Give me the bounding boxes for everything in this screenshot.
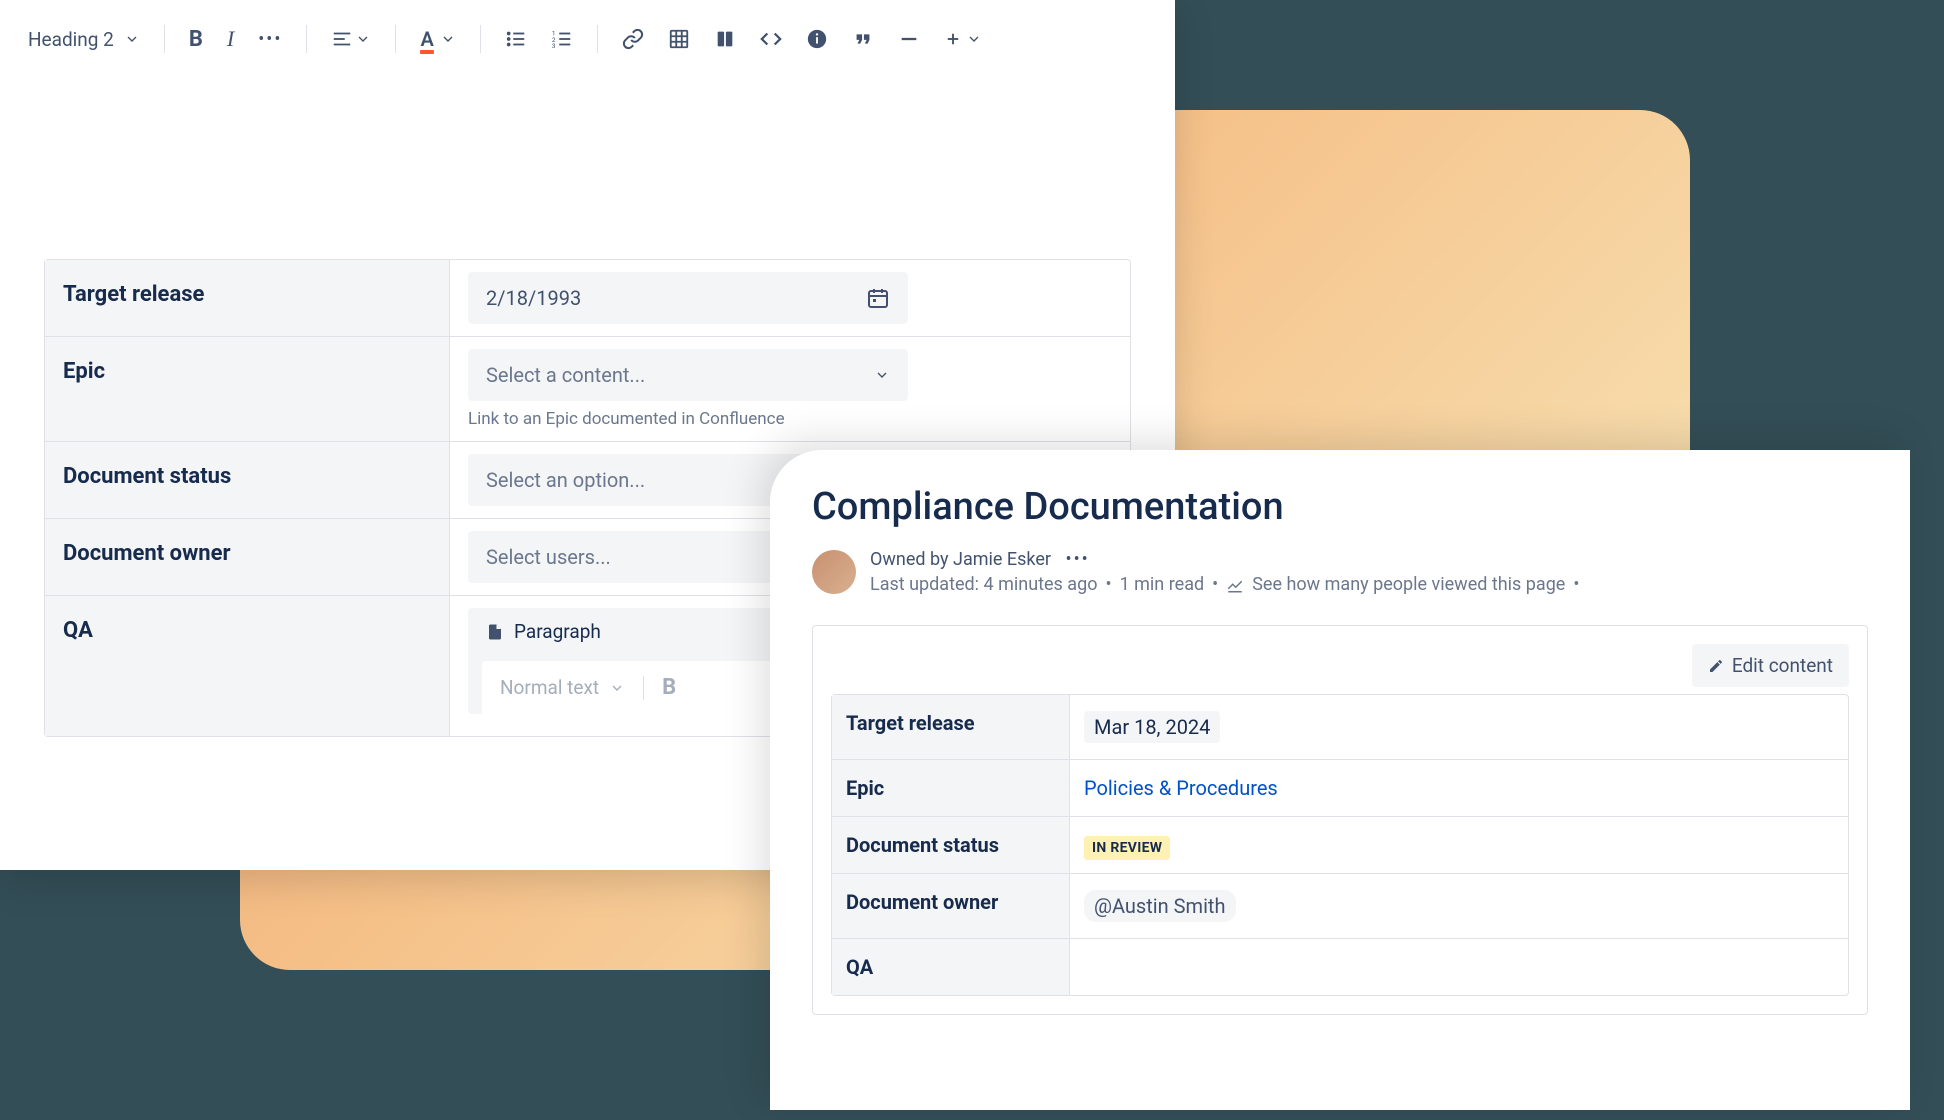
svg-text:3: 3 — [552, 42, 556, 50]
data-table: Target release Mar 18, 2024 Epic Policie… — [831, 694, 1849, 996]
toolbar-separator — [395, 25, 396, 53]
table-value: IN REVIEW — [1070, 817, 1848, 873]
bold-button[interactable]: B — [181, 21, 211, 58]
table-row: Target release Mar 18, 2024 — [832, 695, 1848, 760]
table-label: QA — [832, 939, 1070, 995]
paragraph-label: Paragraph — [514, 620, 601, 643]
table-value — [1070, 939, 1848, 995]
edit-content-label: Edit content — [1732, 654, 1833, 677]
table-row: QA — [832, 939, 1848, 995]
toolbar-separator — [306, 25, 307, 53]
insert-button[interactable] — [936, 24, 990, 54]
table-label: Document status — [832, 817, 1070, 873]
more-actions-button[interactable]: ••• — [1066, 549, 1090, 570]
bold-button[interactable]: B — [662, 675, 676, 700]
info-button[interactable] — [798, 22, 836, 56]
form-value: Select a content... Link to an Epic docu… — [450, 337, 1130, 441]
form-value: 2/18/1993 — [450, 260, 1130, 336]
viewer-panel: Compliance Documentation Owned by Jamie … — [770, 450, 1910, 1110]
select-placeholder: Select users... — [486, 545, 611, 569]
align-button[interactable] — [323, 22, 379, 56]
form-label: Document owner — [45, 519, 450, 595]
read-time: 1 min read — [1120, 574, 1205, 595]
form-label: Target release — [45, 260, 450, 336]
form-label: QA — [45, 596, 450, 736]
pencil-icon — [1708, 658, 1724, 674]
table-value: @Austin Smith — [1070, 874, 1848, 938]
table-value: Policies & Procedures — [1070, 760, 1848, 816]
owner-prefix: Owned by — [870, 549, 953, 570]
chevron-down-icon — [124, 31, 140, 47]
divider-button[interactable] — [890, 22, 928, 56]
document-icon — [486, 623, 504, 641]
bullet-list-button[interactable] — [497, 22, 535, 56]
form-row-target-release: Target release 2/18/1993 — [45, 260, 1130, 337]
byline: Owned by Jamie Esker ••• Last updated: 4… — [812, 549, 1868, 595]
table-row: Document owner @Austin Smith — [832, 874, 1848, 939]
quote-button[interactable] — [844, 22, 882, 56]
owner-line: Owned by Jamie Esker ••• — [870, 549, 1579, 570]
chevron-down-icon — [874, 367, 890, 383]
text-color-button[interactable]: A — [412, 21, 463, 57]
toolbar-separator — [164, 25, 165, 53]
heading-dropdown[interactable]: Heading 2 — [28, 28, 148, 51]
table-row: Document status IN REVIEW — [832, 817, 1848, 874]
text-style-dropdown[interactable]: Normal text — [500, 676, 625, 699]
select-placeholder: Select an option... — [486, 468, 645, 492]
table-value: Mar 18, 2024 — [1070, 695, 1848, 759]
form-row-epic: Epic Select a content... Link to an Epic… — [45, 337, 1130, 442]
table-button[interactable] — [660, 22, 698, 56]
analytics-link[interactable]: See how many people viewed this page — [1252, 574, 1565, 595]
toolbar-separator — [480, 25, 481, 53]
content-box: Edit content Target release Mar 18, 2024… — [812, 625, 1868, 1015]
layout-button[interactable] — [706, 22, 744, 56]
date-value: 2/18/1993 — [486, 286, 581, 310]
text-style-label: Normal text — [500, 676, 599, 699]
date-input[interactable]: 2/18/1993 — [468, 272, 908, 324]
table-label: Epic — [832, 760, 1070, 816]
user-mention[interactable]: @Austin Smith — [1084, 890, 1236, 922]
helper-text: Link to an Epic documented in Confluence — [468, 409, 1112, 429]
link-button[interactable] — [614, 22, 652, 56]
epic-link[interactable]: Policies & Procedures — [1084, 776, 1278, 800]
table-label: Document owner — [832, 874, 1070, 938]
editor-toolbar: Heading 2 B I ••• A 123 — [0, 0, 1175, 79]
analytics-icon — [1226, 576, 1244, 594]
heading-label: Heading 2 — [28, 28, 114, 51]
code-button[interactable] — [752, 22, 790, 56]
italic-button[interactable]: I — [219, 20, 242, 58]
numbered-list-button[interactable]: 123 — [543, 22, 581, 56]
table-label: Target release — [832, 695, 1070, 759]
owner-name: Jamie Esker — [953, 549, 1051, 570]
chevron-down-icon — [609, 680, 625, 696]
edit-content-button[interactable]: Edit content — [1692, 644, 1849, 687]
toolbar-separator — [597, 25, 598, 53]
status-badge: IN REVIEW — [1084, 836, 1170, 860]
form-label: Document status — [45, 442, 450, 518]
avatar[interactable] — [812, 550, 856, 594]
select-placeholder: Select a content... — [486, 363, 645, 387]
form-label: Epic — [45, 337, 450, 441]
date-chip: Mar 18, 2024 — [1084, 711, 1220, 743]
content-select[interactable]: Select a content... — [468, 349, 908, 401]
last-updated: Last updated: 4 minutes ago — [870, 574, 1097, 595]
table-row: Epic Policies & Procedures — [832, 760, 1848, 817]
calendar-icon — [866, 286, 890, 310]
meta-row: Last updated: 4 minutes ago • 1 min read… — [870, 574, 1579, 595]
page-title: Compliance Documentation — [812, 485, 1868, 529]
more-formatting-button[interactable]: ••• — [250, 23, 290, 56]
